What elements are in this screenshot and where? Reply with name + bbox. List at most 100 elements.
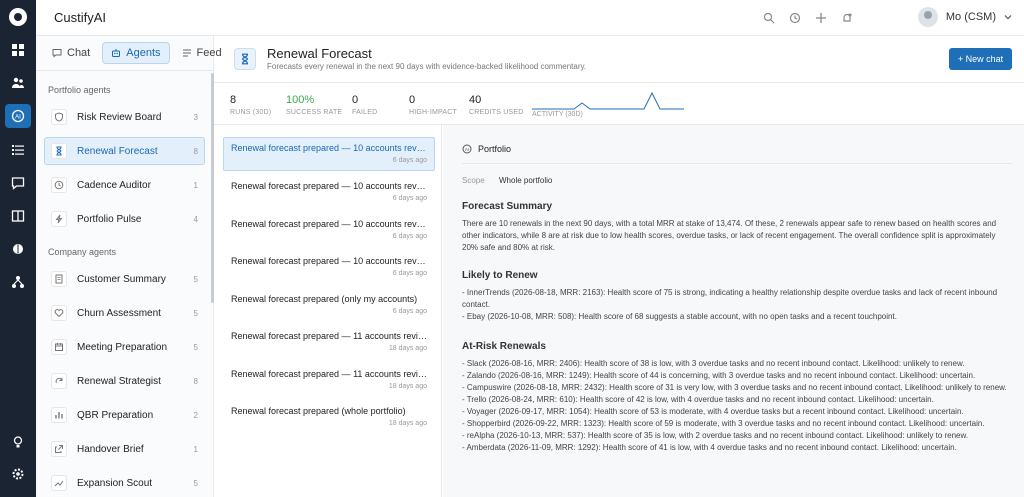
sidebar-item-qbr-preparation[interactable]: QBR Preparation 2 [44,401,205,429]
dashboard-icon[interactable] [5,38,31,62]
avatar [917,7,938,27]
sidebar-item-handover-brief[interactable]: Handover Brief 1 [44,435,205,463]
run-count: 3 [193,112,198,122]
top-actions [762,11,854,25]
share-icon [51,441,67,457]
list-item[interactable]: Renewal forecast prepared — 10 accounts … [223,175,435,209]
search-icon[interactable] [762,11,776,25]
user-name: Mo (CSM) [945,11,996,23]
list-icon[interactable] [5,138,31,162]
stat-high-impact: 0 HIGH-IMPACT [409,94,457,116]
run-date: 6 days ago [392,270,427,277]
run-count: 5 [193,274,198,284]
run-date: 18 days ago [388,383,427,390]
sidebar-item-label: Customer Summary [77,273,166,285]
list-item: - Slack (2026-08-16, MRR: 2406): Health … [462,359,965,368]
tab-agents[interactable]: Agents [102,42,170,64]
portfolio-agents-heading: Portfolio agents [48,85,111,95]
portfolio-tag: AI Portfolio [462,144,511,154]
agent-header: Renewal Forecast Forecasts every renewal… [214,36,1024,83]
stat-value: 40 [469,94,482,106]
scope-value: Whole portfolio [499,176,553,185]
sidebar-item-portfolio-pulse[interactable]: Portfolio Pulse 4 [44,205,205,233]
list-item[interactable]: Renewal forecast prepared — 11 accounts … [223,325,435,359]
bulb-icon[interactable] [5,430,31,454]
company-agents-heading: Company agents [48,247,117,257]
lightning-icon [51,211,67,227]
app-rail: AI [0,0,36,497]
list-item[interactable]: Renewal forecast prepared (whole portfol… [223,400,435,434]
section-heading: At-Risk Renewals [462,341,546,352]
new-chat-button[interactable]: + New chat [949,48,1012,70]
agent-badge-icon: AI [462,144,472,154]
chat-bubble-icon [52,49,62,58]
stat-runs: 8 RUNS (30D) [230,94,271,116]
people-icon[interactable] [5,71,31,95]
list-item: - Trello (2026-08-24, MRR: 610): Health … [462,395,934,404]
stat-failed: 0 FAILED [352,94,377,116]
sidebar-item-renewal-forecast[interactable]: Renewal Forecast 8 [44,137,205,165]
stat-label: SUCCESS RATE [286,109,343,116]
run-title: Renewal forecast prepared — 10 accounts … [231,181,427,191]
settings-icon[interactable] [5,462,31,486]
list-item[interactable]: Renewal forecast prepared (only my accou… [223,288,435,322]
page-title: Renewal Forecast [267,46,372,61]
clock-icon [51,177,67,193]
run-count: 1 [193,444,198,454]
stat-credits-used: 40 CREDITS USED [469,94,524,116]
sidebar-item-churn-assessment[interactable]: Churn Assessment 5 [44,299,205,327]
run-title: Renewal forecast prepared — 10 accounts … [231,256,427,266]
run-title: Renewal forecast prepared — 10 accounts … [231,143,427,153]
runs-list: Renewal forecast prepared — 10 accounts … [214,125,442,497]
list-item[interactable]: Renewal forecast prepared — 10 accounts … [223,213,435,247]
sidebar-item-label: Renewal Forecast [77,145,158,157]
plus-icon[interactable] [814,11,828,25]
list-item: - Shopperbird (2026-09-22, MRR: 1323): H… [462,419,985,428]
stat-label: FAILED [352,109,378,116]
list-item: - Campuswire (2026-08-18, MRR: 2432): He… [462,383,1007,392]
run-date: 18 days ago [388,345,427,352]
network-icon[interactable] [5,270,31,294]
agents-icon[interactable]: AI [5,104,31,128]
agents-sidebar: Chat Agents Feed Portfolio agents Risk R… [36,36,222,497]
list-item[interactable]: Renewal forecast prepared — 10 accounts … [223,250,435,284]
sidebar-item-expansion-scout[interactable]: Expansion Scout 5 [44,469,205,497]
shield-icon [51,109,67,125]
list-item: - Ebay (2026-10-08, MRR: 508): Health sc… [462,312,897,321]
run-count: 5 [193,342,198,352]
tab-chat[interactable]: Chat [44,42,98,64]
calendar-icon [51,339,67,355]
feed-icon [182,49,191,57]
sidebar-item-cadence-auditor[interactable]: Cadence Auditor 1 [44,171,205,199]
run-title: Renewal forecast prepared (only my accou… [231,294,418,304]
svg-text:AI: AI [465,147,469,152]
refresh-icon [51,373,67,389]
run-title: Renewal forecast prepared (whole portfol… [231,406,406,416]
list-item[interactable]: Renewal forecast prepared — 11 accounts … [223,363,435,397]
section-heading: Forecast Summary [462,201,553,212]
sidebar-item-meeting-preparation[interactable]: Meeting Preparation 5 [44,333,205,361]
book-icon[interactable] [5,204,31,228]
sidebar-item-renewal-strategist[interactable]: Renewal Strategist 8 [44,367,205,395]
section-heading: Likely to Renew [462,270,538,281]
run-count: 2 [193,410,198,420]
user-menu[interactable]: Mo (CSM) [917,7,1012,27]
summary-text: There are 10 renewals in the next 90 day… [462,219,997,252]
notifications-icon[interactable] [840,11,854,25]
sidebar-item-risk-review-board[interactable]: Risk Review Board 3 [44,103,205,131]
run-count: 5 [193,308,198,318]
history-icon[interactable] [788,11,802,25]
sidebar-item-label: Expansion Scout [77,477,153,489]
activity-label: ACTIVITY (30D) [532,111,583,118]
sidebar-item-label: Risk Review Board [77,111,162,123]
sidebar-item-customer-summary[interactable]: Customer Summary 5 [44,265,205,293]
chat-icon[interactable] [5,171,31,195]
page-subtitle: Forecasts every renewal in the next 90 d… [267,62,587,71]
sidebar-item-label: Portfolio Pulse [77,213,142,225]
list-item: - Voyager (2026-09-17, MRR: 1054): Healt… [462,407,964,416]
custify-logo-icon[interactable] [9,8,27,26]
brain-icon[interactable] [5,237,31,261]
stats-bar: 8 RUNS (30D) 100% SUCCESS RATE 0 FAILED 0 HI… [214,83,1024,125]
list-item[interactable]: Renewal forecast prepared — 10 accounts … [223,137,435,171]
portfolio-tag-label: Portfolio [478,144,512,154]
